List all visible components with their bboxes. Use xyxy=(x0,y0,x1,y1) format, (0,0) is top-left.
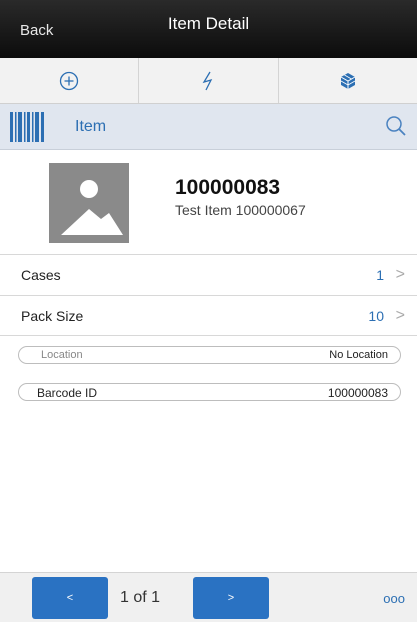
barcode-icon[interactable] xyxy=(10,112,44,142)
search-field-label: Item xyxy=(75,118,107,135)
image-placeholder-icon xyxy=(49,163,129,243)
item-search-bar[interactable]: Item xyxy=(0,104,417,150)
lightning-icon xyxy=(203,71,213,90)
inventory-button[interactable] xyxy=(279,58,417,103)
previous-button[interactable]: < xyxy=(32,577,108,619)
chevron-right-icon: > xyxy=(395,307,405,324)
field-label: Barcode ID xyxy=(37,386,98,400)
page-indicator: 1 of 1 xyxy=(120,589,161,606)
next-button[interactable]: > xyxy=(193,577,269,619)
detail-value: 10 xyxy=(368,308,384,324)
field-value: No Location xyxy=(329,349,388,361)
item-summary: 100000083 Test Item 100000067 xyxy=(0,150,417,254)
pagination-footer: < 1 of 1 > ooo xyxy=(0,572,417,622)
detail-row-cases[interactable]: Cases 1 > xyxy=(0,254,417,294)
detail-value: 1 xyxy=(376,267,384,283)
add-button[interactable] xyxy=(0,58,140,103)
header-bar: Back Item Detail xyxy=(0,0,417,58)
cube-icon xyxy=(340,72,356,89)
more-options-button[interactable]: ooo xyxy=(383,591,405,606)
detail-label: Cases xyxy=(21,267,61,283)
field-label: Location xyxy=(41,349,83,361)
search-icon[interactable] xyxy=(385,115,407,137)
item-description: Test Item 100000067 xyxy=(175,202,306,218)
plus-circle-icon xyxy=(60,71,79,90)
detail-row-pack-size[interactable]: Pack Size 10 > xyxy=(0,295,417,336)
barcode-id-field[interactable]: Barcode ID 100000083 xyxy=(18,383,401,401)
location-field[interactable]: Location No Location xyxy=(18,346,401,364)
chevron-right-icon: > xyxy=(395,266,405,283)
action-toolbar xyxy=(0,58,417,104)
item-number: 100000083 xyxy=(175,176,281,199)
detail-label: Pack Size xyxy=(21,308,84,324)
quick-action-button[interactable] xyxy=(139,58,279,103)
field-value: 100000083 xyxy=(327,386,388,400)
page-title: Item Detail xyxy=(167,14,250,33)
